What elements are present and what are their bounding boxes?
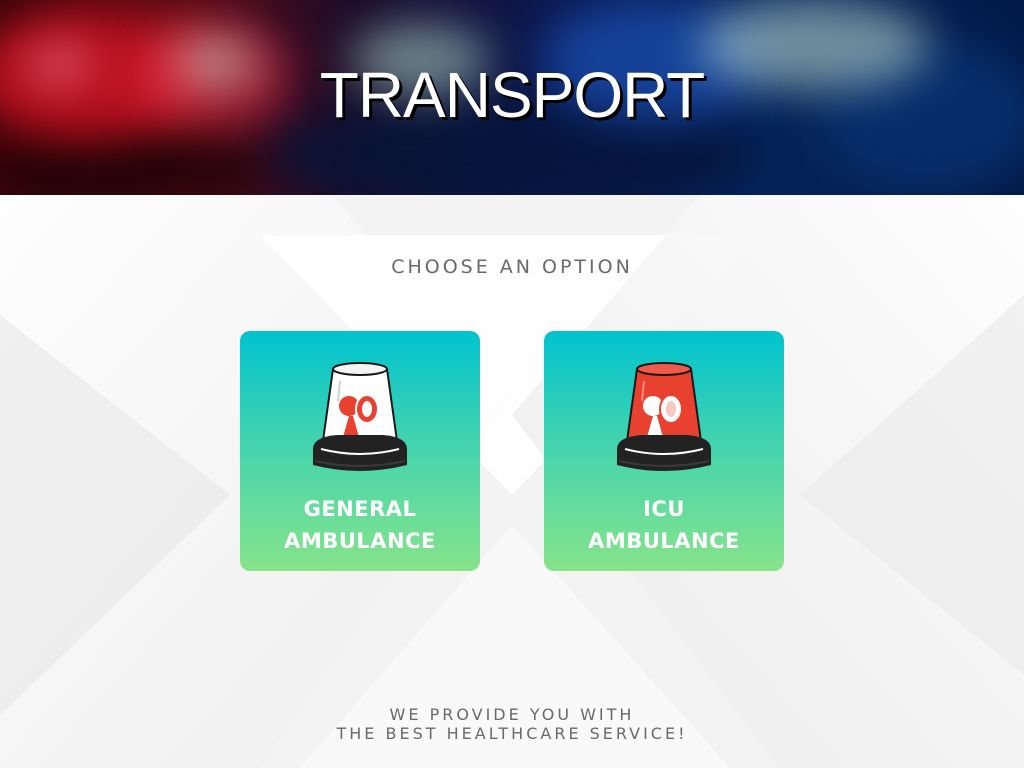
general-ambulance-card[interactable]: GENERAL AMBULANCE	[240, 331, 480, 571]
choose-option-heading: CHOOSE AN OPTION	[391, 256, 633, 278]
white-siren-icon	[313, 362, 407, 471]
icu-ambulance-label: ICU AMBULANCE	[588, 497, 740, 553]
page-title: TRANSPORT	[319, 59, 706, 131]
footer-tagline: WE PROVIDE YOU WITH THE BEST HEALTHCARE …	[336, 705, 688, 743]
hero-banner: TRANSPORT	[0, 0, 1024, 195]
red-siren-icon	[617, 362, 711, 471]
icu-ambulance-card[interactable]: ICU AMBULANCE	[544, 331, 784, 571]
transport-page: TRANSPORT CHOOSE AN OPTION GENERAL AMBUL…	[0, 0, 1024, 768]
background-pattern	[0, 195, 1024, 768]
general-ambulance-label: GENERAL AMBULANCE	[284, 497, 436, 553]
